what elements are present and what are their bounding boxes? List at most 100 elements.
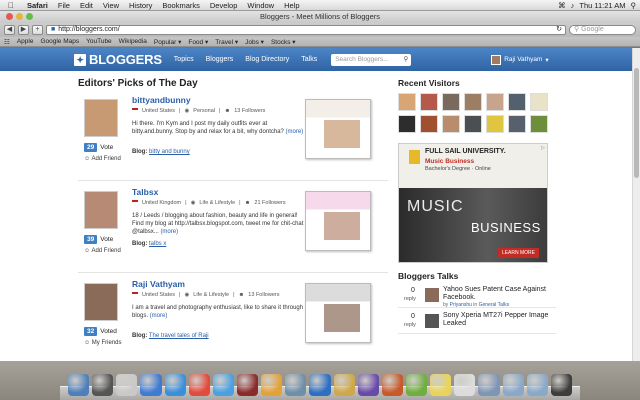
bookmark-google-maps[interactable]: Google Maps xyxy=(40,38,79,45)
site-search-input[interactable]: Search Bloggers... ⚲ xyxy=(331,53,412,66)
blog-screenshot[interactable] xyxy=(305,283,371,343)
visitor-avatar[interactable] xyxy=(420,115,438,133)
blogger-name-link[interactable]: Raji Vathyam xyxy=(132,279,185,289)
add-friend-button[interactable]: ☺ My Friends xyxy=(84,340,121,346)
bookmark-popular[interactable]: Popular ▾ xyxy=(154,38,181,46)
bookmark-travel[interactable]: Travel ▾ xyxy=(215,38,238,46)
add-friend-button[interactable]: ☺ Add Friend xyxy=(84,156,121,162)
spotlight-icon[interactable]: ⚲ xyxy=(631,1,637,10)
bookmark-stocks[interactable]: Stocks ▾ xyxy=(271,38,296,46)
dock-app-icon[interactable] xyxy=(381,374,403,396)
ad-cta-button[interactable]: LEARN MORE xyxy=(497,248,539,258)
followers-count[interactable]: 13 Followers xyxy=(234,108,265,114)
more-link[interactable]: (more) xyxy=(160,229,178,235)
dock-app-icon[interactable] xyxy=(188,374,210,396)
site-logo[interactable]: ✦ BLOGGERS xyxy=(74,52,162,67)
visitor-avatar[interactable] xyxy=(530,93,548,111)
menu-window[interactable]: Window xyxy=(242,1,279,10)
dock-app-icon[interactable] xyxy=(405,374,428,396)
dock-app-icon[interactable] xyxy=(164,374,186,396)
menu-app-name[interactable]: Safari xyxy=(22,1,53,10)
dock-app-icon[interactable] xyxy=(285,374,307,396)
wifi-icon[interactable]: ⌘ xyxy=(558,1,566,10)
menu-develop[interactable]: Develop xyxy=(205,1,243,10)
followers-count[interactable]: 21 Followers xyxy=(254,200,285,206)
blog-link[interactable]: The travel tales of Raji xyxy=(149,333,209,339)
user-menu[interactable]: Raji Vathyam ▾ xyxy=(491,54,549,65)
advertisement[interactable]: ▷ FULL SAIL UNIVERSITY. Music Business B… xyxy=(398,143,548,263)
visitor-avatar[interactable] xyxy=(464,93,482,111)
more-link[interactable]: (more) xyxy=(150,313,168,319)
blogger-name-link[interactable]: Talbsx xyxy=(132,187,158,197)
visitor-avatar[interactable] xyxy=(442,93,460,111)
dock-app-icon[interactable] xyxy=(526,374,548,396)
dock-app-icon[interactable] xyxy=(502,374,524,396)
visitor-avatar[interactable] xyxy=(530,115,548,133)
vote-button[interactable]: Voted xyxy=(100,328,117,335)
dock-app-icon[interactable] xyxy=(140,374,162,396)
menu-view[interactable]: View xyxy=(98,1,124,10)
dock-app-icon[interactable] xyxy=(68,374,90,396)
avatar[interactable] xyxy=(84,99,118,137)
visitor-avatar[interactable] xyxy=(420,93,438,111)
reading-list-icon[interactable]: ☷ xyxy=(4,38,10,46)
bookmark-youtube[interactable]: YouTube xyxy=(86,38,112,45)
browser-search-field[interactable]: ⚲ Google xyxy=(569,25,636,35)
address-bar[interactable]: ■ http://bloggers.com/ ↻ xyxy=(46,25,566,35)
add-friend-button[interactable]: ☺ Add Friend xyxy=(84,248,121,254)
dock-app-icon[interactable] xyxy=(478,374,500,396)
blog-link[interactable]: talbs x xyxy=(149,241,166,247)
visitor-avatar[interactable] xyxy=(508,93,526,111)
visitor-avatar[interactable] xyxy=(398,115,416,133)
bookmark-wikipedia[interactable]: Wikipedia xyxy=(119,38,147,45)
volume-icon[interactable]: ♪ xyxy=(571,1,575,10)
add-bookmark-icon[interactable]: + xyxy=(32,25,43,35)
blog-screenshot[interactable] xyxy=(305,191,371,251)
dock-app-icon[interactable] xyxy=(454,374,476,396)
visitor-avatar[interactable] xyxy=(442,115,460,133)
blog-link[interactable]: bitty and bunny xyxy=(149,149,190,155)
vote-button[interactable]: Vote xyxy=(100,236,113,243)
talk-title-link[interactable]: Sony Xperia MT27i Pepper Image Leaked xyxy=(443,312,553,328)
bookmark-food[interactable]: Food ▾ xyxy=(188,38,208,46)
avatar[interactable] xyxy=(425,288,439,302)
menu-edit[interactable]: Edit xyxy=(75,1,98,10)
dock-app-icon[interactable] xyxy=(212,374,234,396)
category-label[interactable]: Personal xyxy=(193,108,215,114)
nav-topics[interactable]: Topics xyxy=(174,56,194,63)
category-label[interactable]: Life & Lifestyle xyxy=(193,292,229,298)
back-icon[interactable]: ◀ xyxy=(4,25,15,35)
page-scrollbar[interactable] xyxy=(632,48,640,361)
scrollbar-thumb[interactable] xyxy=(634,68,639,178)
dock-app-icon[interactable] xyxy=(92,374,114,396)
menu-history[interactable]: History xyxy=(124,1,157,10)
close-window-icon[interactable] xyxy=(6,13,13,20)
talk-item[interactable]: 0 reply Yahoo Sues Patent Case Against Fac… xyxy=(398,286,556,308)
dock-app-icon[interactable] xyxy=(261,374,283,396)
bookmark-jobs[interactable]: Jobs ▾ xyxy=(245,38,264,46)
visitor-avatar[interactable] xyxy=(508,115,526,133)
avatar[interactable] xyxy=(84,191,118,229)
avatar[interactable] xyxy=(425,314,439,328)
talk-item[interactable]: 0 reply Sony Xperia MT27i Pepper Image Lea… xyxy=(398,312,556,334)
dock-app-icon[interactable] xyxy=(333,374,355,396)
blogger-name-link[interactable]: bittyandbunny xyxy=(132,95,191,105)
clock[interactable]: Thu 11:21 AM xyxy=(579,1,625,10)
visitor-avatar[interactable] xyxy=(464,115,482,133)
blog-screenshot[interactable] xyxy=(305,99,371,159)
dock-app-icon[interactable] xyxy=(236,374,259,396)
menu-help[interactable]: Help xyxy=(279,1,304,10)
talk-title-link[interactable]: Yahoo Sues Patent Case Against Facebook. xyxy=(443,286,553,302)
apple-menu-icon[interactable]:  xyxy=(0,1,22,10)
nav-talks[interactable]: Talks xyxy=(301,56,317,63)
visitor-avatar[interactable] xyxy=(486,115,504,133)
dock-app-icon[interactable] xyxy=(550,374,572,396)
zoom-window-icon[interactable] xyxy=(26,13,33,20)
followers-count[interactable]: 13 Followers xyxy=(248,292,279,298)
dock-app-icon[interactable] xyxy=(116,374,138,396)
author-link[interactable]: Priyanshu xyxy=(450,302,472,308)
more-link[interactable]: (more) xyxy=(286,129,304,135)
menu-bookmarks[interactable]: Bookmarks xyxy=(157,1,205,10)
visitor-avatar[interactable] xyxy=(398,93,416,111)
avatar[interactable] xyxy=(84,283,118,321)
